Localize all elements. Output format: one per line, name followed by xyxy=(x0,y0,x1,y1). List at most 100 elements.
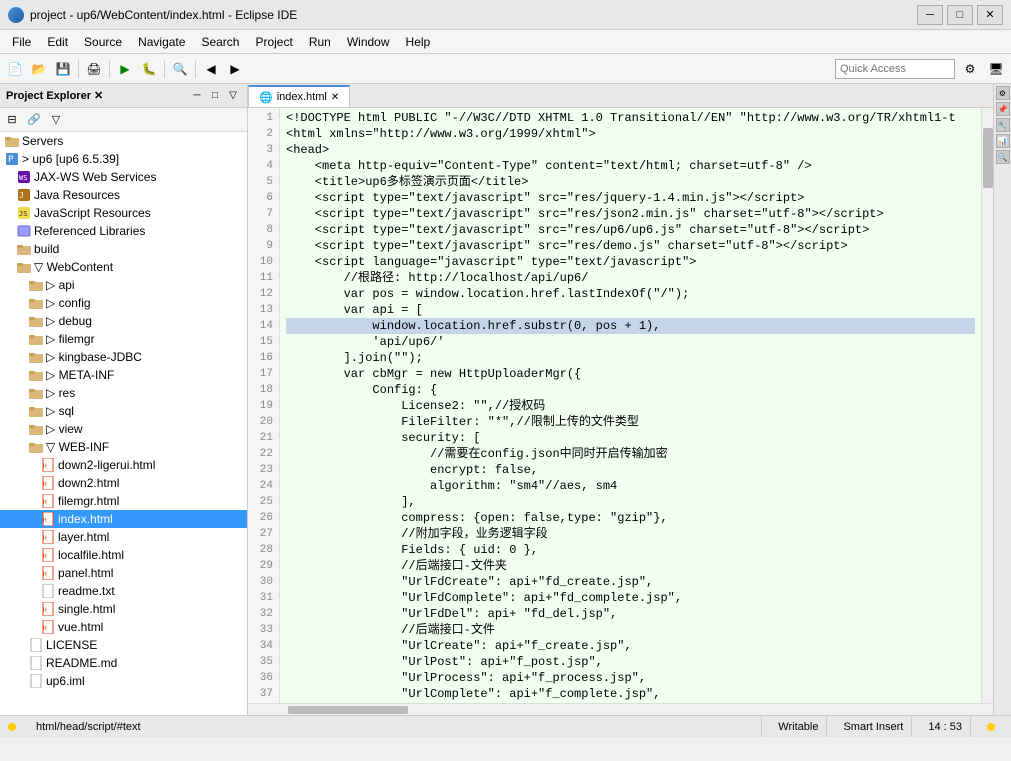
code-line[interactable]: var pos = window.location.href.lastIndex… xyxy=(286,286,975,302)
print-button[interactable]: 🖨 xyxy=(83,58,105,80)
right-panel-btn-2[interactable]: 📌 xyxy=(996,102,1010,116)
code-line[interactable]: 'api/up6/' xyxy=(286,334,975,350)
code-line[interactable]: //后端接口-文件夹 xyxy=(286,558,975,574)
status-writable[interactable]: Writable xyxy=(770,716,827,737)
code-line[interactable]: ].join(""); xyxy=(286,350,975,366)
editor-tab-index-html[interactable]: 🌐 index.html ✕ xyxy=(248,85,350,107)
save-button[interactable]: 💾 xyxy=(52,58,74,80)
back-button[interactable]: ◀ xyxy=(200,58,222,80)
code-line[interactable]: <html xmlns="http://www.w3.org/1999/xhtm… xyxy=(286,126,975,142)
menu-help[interactable]: Help xyxy=(398,33,439,51)
code-line[interactable]: "UrlFdCreate": api+"fd_create.jsp", xyxy=(286,574,975,590)
scroll-thumb[interactable] xyxy=(983,128,993,188)
new-button[interactable]: 📄 xyxy=(4,58,26,80)
code-line[interactable]: //根路径: http://localhost/api/up6/ xyxy=(286,270,975,286)
tree-item[interactable]: Hdown2.html xyxy=(0,474,247,492)
tree-item[interactable]: ▷ META-INF xyxy=(0,366,247,384)
code-line[interactable]: window.location.href.substr(0, pos + 1), xyxy=(286,318,975,334)
menu-source[interactable]: Source xyxy=(76,33,130,51)
tree-item[interactable]: ▷ api xyxy=(0,276,247,294)
right-panel-btn-1[interactable]: ⚙ xyxy=(996,86,1010,100)
run-button[interactable]: ▶ xyxy=(114,58,136,80)
editor-content[interactable]: 1234567891011121314151617181920212223242… xyxy=(248,108,993,703)
code-line[interactable]: "UrlCreate": api+"f_create.jsp", xyxy=(286,638,975,654)
menu-file[interactable]: File xyxy=(4,33,39,51)
minimize-button[interactable]: ─ xyxy=(917,5,943,25)
maximize-button[interactable]: □ xyxy=(947,5,973,25)
code-line[interactable]: <script type="text/javascript" src="res/… xyxy=(286,222,975,238)
code-line[interactable]: FileFilter: "*",//限制上传的文件类型 xyxy=(286,414,975,430)
menu-navigate[interactable]: Navigate xyxy=(130,33,193,51)
tree-item[interactable]: WSJAX-WS Web Services xyxy=(0,168,247,186)
code-line[interactable]: ], xyxy=(286,494,975,510)
status-insert-mode[interactable]: Smart Insert xyxy=(835,716,912,737)
link-with-editor-button[interactable]: 🔗 xyxy=(24,111,44,129)
code-line[interactable]: Config: { xyxy=(286,382,975,398)
tree-item[interactable]: Servers xyxy=(0,132,247,150)
panel-maximize-button[interactable]: □ xyxy=(207,88,223,104)
menu-search[interactable]: Search xyxy=(193,33,247,51)
close-button[interactable]: ✕ xyxy=(977,5,1003,25)
tree-item[interactable]: ▷ filemgr xyxy=(0,330,247,348)
tab-close-button[interactable]: ✕ xyxy=(331,92,339,103)
code-line[interactable]: <title>up6多标签演示页面</title> xyxy=(286,174,975,190)
tree-item[interactable]: Hlocalfile.html xyxy=(0,546,247,564)
code-line[interactable]: security: [ xyxy=(286,430,975,446)
tree-item[interactable]: build xyxy=(0,240,247,258)
search-button[interactable]: 🔍 xyxy=(169,58,191,80)
tree-item[interactable]: up6.iml xyxy=(0,672,247,690)
tree-item[interactable]: Referenced Libraries xyxy=(0,222,247,240)
code-line[interactable]: //后端接口-文件 xyxy=(286,622,975,638)
right-panel-btn-4[interactable]: 📊 xyxy=(996,134,1010,148)
debug-button[interactable]: 🐛 xyxy=(138,58,160,80)
panel-view-menu-button[interactable]: ▽ xyxy=(225,88,241,104)
tree-item[interactable]: ▽ WebContent xyxy=(0,258,247,276)
code-area[interactable]: <!DOCTYPE html PUBLIC "-//W3C//DTD XHTML… xyxy=(280,108,981,703)
code-line[interactable]: "UrlFdComplete": api+"fd_complete.jsp", xyxy=(286,590,975,606)
code-line[interactable]: <meta http-equiv="Content-Type" content=… xyxy=(286,158,975,174)
code-line[interactable]: var api = [ xyxy=(286,302,975,318)
tree-item[interactable]: Hindex.html xyxy=(0,510,247,528)
tree-item[interactable]: ▷ debug xyxy=(0,312,247,330)
tree-item[interactable]: ▽ WEB-INF xyxy=(0,438,247,456)
code-line[interactable]: compress: {open: false,type: "gzip"}, xyxy=(286,510,975,526)
tree-item[interactable]: JSJavaScript Resources xyxy=(0,204,247,222)
code-line[interactable]: Fields: { uid: 0 }, xyxy=(286,542,975,558)
quick-access-input[interactable] xyxy=(835,59,955,79)
tree-item[interactable]: P> up6 [up6 6.5.39] xyxy=(0,150,247,168)
tree-item[interactable]: readme.txt xyxy=(0,582,247,600)
tree-item[interactable]: Hfilemgr.html xyxy=(0,492,247,510)
menu-run[interactable]: Run xyxy=(301,33,339,51)
tree-item[interactable]: Hdown2-ligerui.html xyxy=(0,456,247,474)
menu-window[interactable]: Window xyxy=(339,33,398,51)
perspective-button[interactable]: 🖥 xyxy=(985,58,1007,80)
right-panel-btn-5[interactable]: 🔍 xyxy=(996,150,1010,164)
code-line[interactable]: License2: "",//授权码 xyxy=(286,398,975,414)
code-line[interactable]: <head> xyxy=(286,142,975,158)
tree-item[interactable]: Hlayer.html xyxy=(0,528,247,546)
vertical-scrollbar[interactable] xyxy=(981,108,993,703)
code-line[interactable]: var cbMgr = new HttpUploaderMgr({ xyxy=(286,366,975,382)
collapse-all-button[interactable]: ⊟ xyxy=(2,111,22,129)
horizontal-scrollbar[interactable] xyxy=(248,703,993,715)
tree-item[interactable]: ▷ view xyxy=(0,420,247,438)
code-line[interactable]: <script language="javascript" type="text… xyxy=(286,254,975,270)
menu-project[interactable]: Project xyxy=(247,33,300,51)
right-panel-btn-3[interactable]: 🔧 xyxy=(996,118,1010,132)
tree-item[interactable]: Hsingle.html xyxy=(0,600,247,618)
tree-item[interactable]: LICENSE xyxy=(0,636,247,654)
code-line[interactable]: <!DOCTYPE html PUBLIC "-//W3C//DTD XHTML… xyxy=(286,110,975,126)
tree-item[interactable]: ▷ config xyxy=(0,294,247,312)
tree-item[interactable]: README.md xyxy=(0,654,247,672)
code-line[interactable]: algorithm: "sm4"//aes, sm4 xyxy=(286,478,975,494)
forward-button[interactable]: ▶ xyxy=(224,58,246,80)
tree-item[interactable]: Hvue.html xyxy=(0,618,247,636)
code-line[interactable]: "UrlProcess": api+"f_process.jsp", xyxy=(286,670,975,686)
open-button[interactable]: 📂 xyxy=(28,58,50,80)
tree-item[interactable]: ▷ kingbase-JDBC xyxy=(0,348,247,366)
code-line[interactable]: "UrlComplete": api+"f_complete.jsp", xyxy=(286,686,975,702)
code-line[interactable]: <script type="text/javascript" src="res/… xyxy=(286,206,975,222)
tree-item[interactable]: ▷ res xyxy=(0,384,247,402)
explorer-menu-button[interactable]: ▽ xyxy=(46,111,66,129)
code-line[interactable]: //需要在config.json中同时开启传输加密 xyxy=(286,446,975,462)
